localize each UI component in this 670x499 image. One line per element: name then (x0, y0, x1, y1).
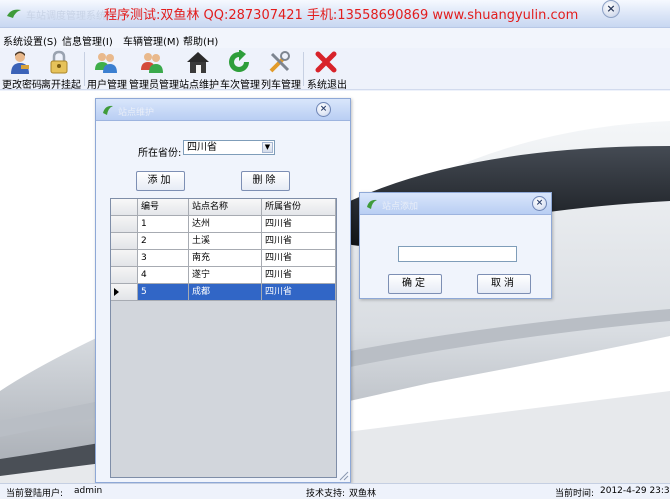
station-dialog-header: 站点维护 × (96, 99, 350, 121)
admin-management-button[interactable]: 管理员管理 (129, 50, 179, 91)
cell-province[interactable]: 四川省 (262, 250, 336, 267)
row-header[interactable] (111, 267, 138, 284)
row-header[interactable] (111, 216, 138, 233)
status-bar: 当前登陆用户: admin 技术支持: 双鱼林 当前时间: 2012-4-29 … (0, 483, 670, 499)
lock-icon (50, 50, 68, 74)
cell-id[interactable]: 2 (138, 233, 189, 250)
user-management-label: 用户管理 (87, 80, 127, 91)
cell-name[interactable]: 土溪 (189, 233, 262, 250)
province-select[interactable]: 四川省 ▼ (183, 140, 275, 155)
train-management-label: 列车管理 (261, 80, 301, 91)
cell-name[interactable]: 遂宁 (189, 267, 262, 284)
grid-corner (111, 199, 138, 216)
column-header-name[interactable]: 站点名称 (189, 199, 262, 216)
confirm-button[interactable]: 确定 (388, 274, 442, 294)
tech-support-label: 技术支持: (306, 489, 346, 499)
current-user-value: admin (74, 486, 103, 496)
menu-info-management[interactable]: 信息管理(I) (62, 33, 113, 48)
title-bar: 车站调度管理系统 程序测试:双鱼林 QQ:287307421 手机:135586… (0, 0, 670, 28)
tech-support-value: 双鱼林 (349, 489, 377, 499)
leaf-icon (367, 199, 377, 209)
station-maintenance-button[interactable]: 站点维护 (179, 50, 219, 91)
window-close-button[interactable]: × (602, 0, 620, 18)
cell-id[interactable]: 4 (138, 267, 189, 284)
app-icon (7, 9, 21, 18)
menu-system-settings[interactable]: 系统设置(S) (3, 33, 57, 48)
add-dialog-header: 站点添加 × (360, 193, 551, 215)
refresh-icon (229, 50, 249, 72)
column-header-province[interactable]: 所属省份 (262, 199, 336, 216)
add-button[interactable]: 添加 (136, 171, 185, 191)
cell-province[interactable]: 四川省 (262, 284, 336, 301)
station-dialog-close-button[interactable]: × (316, 102, 331, 117)
add-dialog-close-button[interactable]: × (532, 196, 547, 211)
train-number-management-button[interactable]: 车次管理 (220, 50, 260, 91)
menu-help[interactable]: 帮助(H) (183, 33, 218, 48)
resize-grip-icon[interactable] (339, 471, 349, 481)
cell-province[interactable]: 四川省 (262, 233, 336, 250)
add-dialog-title: 站点添加 (382, 202, 419, 212)
toolbar-separator (303, 52, 304, 86)
station-maintenance-label: 站点维护 (179, 80, 219, 91)
train-management-button[interactable]: 列车管理 (261, 50, 301, 91)
leave-suspend-label: 离开挂起 (41, 80, 81, 91)
cancel-button[interactable]: 取消 (477, 274, 531, 294)
current-row-arrow-icon (114, 288, 119, 296)
province-select-value: 四川省 (187, 142, 217, 153)
menu-vehicle-management[interactable]: 车辆管理(M) (123, 33, 179, 48)
row-header[interactable] (111, 250, 138, 267)
station-dialog-title: 站点维护 (118, 108, 155, 118)
cell-id[interactable]: 5 (138, 284, 189, 301)
system-exit-button[interactable]: 系统退出 (307, 50, 347, 91)
toolbar: 更改密码 离开挂起 用户管理 管理员管理 站点维护 车次管理 列车管理 系统退出 (0, 48, 670, 91)
row-header[interactable] (111, 284, 138, 301)
delete-button[interactable]: 删除 (241, 171, 290, 191)
watermark-text: 程序测试:双鱼林 QQ:287307421 手机:13558690869 www… (104, 8, 579, 23)
cell-id[interactable]: 3 (138, 250, 189, 267)
system-exit-label: 系统退出 (307, 80, 347, 91)
station-name-input[interactable] (398, 246, 517, 262)
house-icon (187, 52, 209, 73)
change-password-button[interactable]: 更改密码 (2, 50, 42, 91)
column-header-id[interactable]: 编号 (138, 199, 189, 216)
cell-id[interactable]: 1 (138, 216, 189, 233)
change-password-label: 更改密码 (2, 80, 42, 91)
current-user-label: 当前登陆用户: (6, 489, 64, 499)
station-add-dialog: 站点添加 × 确定 取消 (359, 192, 552, 299)
admins-icon (141, 53, 163, 73)
province-label: 所在省份: (138, 148, 182, 159)
leave-suspend-button[interactable]: 离开挂起 (41, 50, 81, 91)
user-management-button[interactable]: 用户管理 (87, 50, 127, 91)
cell-name[interactable]: 达州 (189, 216, 262, 233)
cell-province[interactable]: 四川省 (262, 216, 336, 233)
cell-province[interactable]: 四川省 (262, 267, 336, 284)
leaf-icon (103, 105, 113, 115)
row-header[interactable] (111, 233, 138, 250)
cell-name[interactable]: 南充 (189, 250, 262, 267)
red-x-icon (315, 51, 337, 73)
station-grid[interactable]: 编号 站点名称 所属省份 1 达州 四川省 2 土溪 四川省 3 南充 四川省 (110, 198, 337, 478)
window-title: 车站调度管理系统 (26, 11, 106, 22)
admin-management-label: 管理员管理 (129, 80, 179, 91)
toolbar-separator (84, 52, 85, 86)
user-key-icon (11, 51, 29, 74)
cell-name[interactable]: 成都 (189, 284, 262, 301)
station-maintenance-dialog: 站点维护 × 所在省份: 四川省 ▼ 添加 删除 编号 站点名称 所属省份 1 … (95, 98, 351, 483)
tools-icon (269, 51, 290, 73)
train-number-management-label: 车次管理 (220, 80, 260, 91)
current-time-value: 2012-4-29 23:35 (600, 486, 670, 496)
current-time-label: 当前时间: (555, 489, 595, 499)
menu-bar: 系统设置(S) 信息管理(I) 车辆管理(M) 帮助(H) (0, 28, 670, 48)
main-area: 站点维护 × 所在省份: 四川省 ▼ 添加 删除 编号 站点名称 所属省份 1 … (0, 91, 670, 483)
users-icon (95, 53, 117, 73)
chevron-down-icon[interactable]: ▼ (262, 142, 273, 153)
